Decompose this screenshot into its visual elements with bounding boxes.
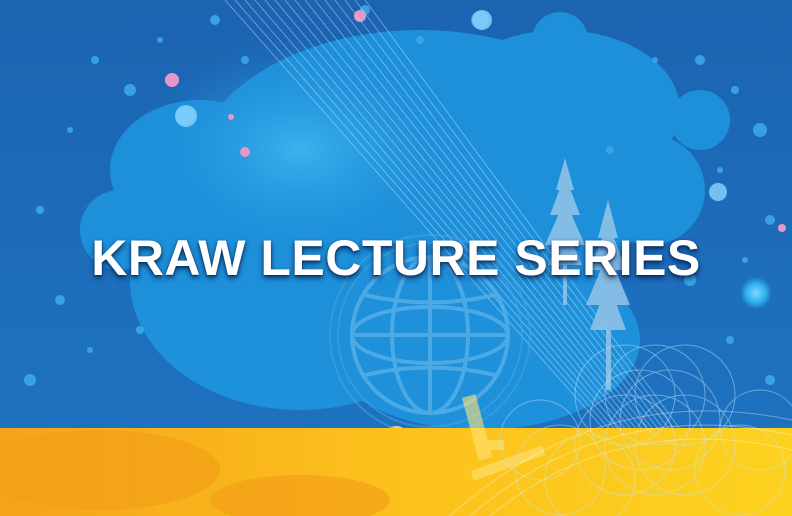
banner-title: KRAW LECTURE SERIES — [91, 230, 701, 286]
lecture-series-banner: KRAW LECTURE SERIES — [0, 0, 792, 516]
